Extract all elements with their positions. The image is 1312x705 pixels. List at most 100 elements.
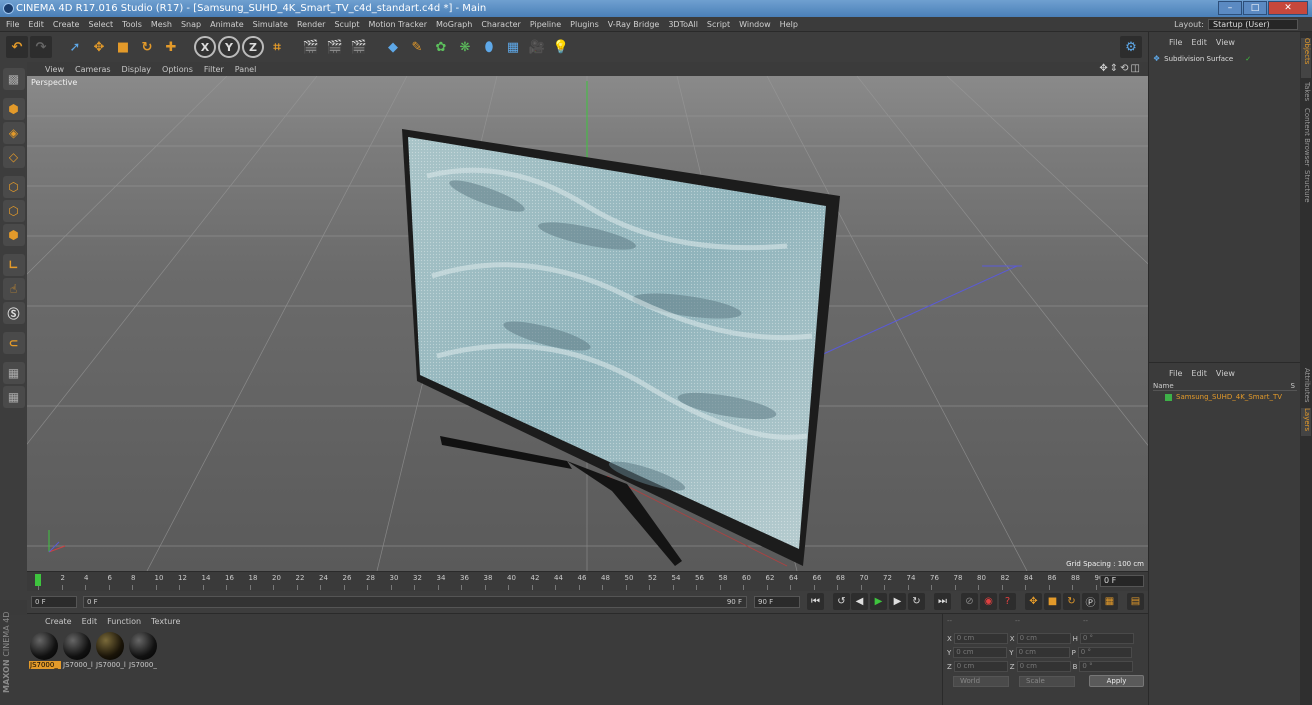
- tab-attributes[interactable]: Attributes: [1301, 368, 1311, 408]
- material-swatch[interactable]: JS7000_l: [95, 631, 126, 669]
- grid-snap-icon[interactable]: ▦: [2, 386, 25, 408]
- layer-menu-file[interactable]: File: [1169, 369, 1182, 378]
- menu-help[interactable]: Help: [780, 20, 798, 29]
- key-param-icon[interactable]: Ⓟ: [1082, 593, 1099, 610]
- coordinate-mode-select[interactable]: World: [953, 676, 1009, 687]
- rotate-tool-icon[interactable]: ↻: [136, 36, 158, 58]
- object-menu-view[interactable]: View: [1216, 38, 1235, 47]
- goto-end-icon[interactable]: ⏭: [934, 593, 951, 610]
- tab-objects[interactable]: Objects: [1301, 38, 1311, 78]
- object-row[interactable]: ❖ Subdivision Surface ✓: [1153, 54, 1251, 63]
- polygons-mode-icon[interactable]: ⬢: [2, 224, 25, 246]
- menu-simulate[interactable]: Simulate: [253, 20, 288, 29]
- menu-select[interactable]: Select: [88, 20, 113, 29]
- apply-button[interactable]: Apply: [1089, 675, 1144, 687]
- material-menu-create[interactable]: Create: [45, 617, 72, 626]
- axis-z-button[interactable]: Z: [242, 36, 264, 58]
- render-view-icon[interactable]: 🎬: [300, 36, 322, 58]
- next-frame-icon[interactable]: ▶: [889, 593, 906, 610]
- solo-icon[interactable]: Ⓢ: [2, 302, 25, 324]
- viewport-menu-cameras[interactable]: Cameras: [75, 65, 111, 74]
- material-swatch[interactable]: JS7000_: [29, 631, 61, 669]
- texture-mode-icon[interactable]: ◈: [2, 122, 25, 144]
- close-button[interactable]: ✕: [1268, 1, 1308, 15]
- size-x-field[interactable]: 0 cm: [1016, 633, 1071, 644]
- object-menu-file[interactable]: File: [1169, 38, 1182, 47]
- scale-mode-select[interactable]: Scale: [1019, 676, 1075, 687]
- rotation-b-field[interactable]: 0 °: [1079, 661, 1134, 672]
- camera-icon[interactable]: 🎥: [526, 36, 548, 58]
- viewport-menu-view[interactable]: View: [45, 65, 64, 74]
- menu-sculpt[interactable]: Sculpt: [334, 20, 359, 29]
- end-frame-field[interactable]: 90 F: [754, 596, 800, 608]
- frame-range-slider[interactable]: 0 F 90 F: [83, 596, 747, 608]
- viewport-navigation-icons[interactable]: ✥⇕⟲◫: [1099, 63, 1142, 74]
- timeline-playhead[interactable]: [35, 574, 41, 586]
- menu-mograph[interactable]: MoGraph: [436, 20, 472, 29]
- play-icon[interactable]: ▶: [870, 593, 887, 610]
- material-menu-function[interactable]: Function: [107, 617, 141, 626]
- menu-vray-bridge[interactable]: V-Ray Bridge: [608, 20, 660, 29]
- timeline-window-icon[interactable]: ▤: [1127, 593, 1144, 610]
- material-swatch[interactable]: JS7000_: [128, 631, 158, 669]
- start-frame-field[interactable]: 0 F: [31, 596, 77, 608]
- size-y-field[interactable]: 0 cm: [1015, 647, 1070, 658]
- pen-spline-icon[interactable]: ✎: [406, 36, 428, 58]
- layout-select[interactable]: Startup (User): [1208, 19, 1298, 30]
- make-editable-icon[interactable]: ▩: [2, 68, 25, 90]
- menu-render[interactable]: Render: [297, 20, 325, 29]
- minimize-button[interactable]: –: [1218, 1, 1242, 15]
- viewport[interactable]: Perspective Grid Spacing : 100 cm: [27, 76, 1148, 571]
- menu-pipeline[interactable]: Pipeline: [530, 20, 561, 29]
- menu-motion-tracker[interactable]: Motion Tracker: [368, 20, 427, 29]
- menu-script[interactable]: Script: [707, 20, 730, 29]
- layer-row[interactable]: Samsung_SUHD_4K_Smart_TV: [1165, 393, 1282, 401]
- model-mode-icon[interactable]: ⬢: [2, 98, 25, 120]
- menu-file[interactable]: File: [6, 20, 19, 29]
- key-move-icon[interactable]: ✥: [1025, 593, 1042, 610]
- workplane-icon[interactable]: ◇: [2, 146, 25, 168]
- rotation-p-field[interactable]: 0 °: [1077, 647, 1132, 658]
- snap-icon[interactable]: ⊂: [2, 332, 25, 354]
- layer-color-swatch[interactable]: [1165, 393, 1172, 401]
- material-menu-edit[interactable]: Edit: [82, 617, 98, 626]
- position-y-field[interactable]: 0 cm: [953, 647, 1008, 658]
- menu-window[interactable]: Window: [739, 20, 771, 29]
- scale-tool-icon[interactable]: ■: [112, 36, 134, 58]
- render-settings-icon[interactable]: 🎬: [348, 36, 370, 58]
- axis-mode-icon[interactable]: ∟: [2, 254, 25, 276]
- edges-mode-icon[interactable]: ⬡: [2, 200, 25, 222]
- key-rotate-icon[interactable]: ↻: [1063, 593, 1080, 610]
- move-tool-icon[interactable]: ✥: [88, 36, 110, 58]
- add-tool-icon[interactable]: ✚: [160, 36, 182, 58]
- auto-key-icon[interactable]: ?: [999, 593, 1016, 610]
- floor-icon[interactable]: ▦: [502, 36, 524, 58]
- record-icon[interactable]: ◉: [980, 593, 997, 610]
- object-menu-edit[interactable]: Edit: [1191, 38, 1207, 47]
- menu-tools[interactable]: Tools: [122, 20, 142, 29]
- deformer-icon[interactable]: ⬮: [478, 36, 500, 58]
- rotation-h-field[interactable]: 0 °: [1079, 633, 1134, 644]
- viewport-menu-panel[interactable]: Panel: [235, 65, 257, 74]
- menu-edit[interactable]: Edit: [28, 20, 44, 29]
- prev-key-icon[interactable]: ↺: [833, 593, 850, 610]
- material-swatch[interactable]: JS7000_l: [62, 631, 93, 669]
- select-tool-icon[interactable]: ➚: [64, 36, 86, 58]
- array-icon[interactable]: ❋: [454, 36, 476, 58]
- goto-start-icon[interactable]: ⏮: [807, 593, 824, 610]
- enabled-check-icon[interactable]: ✓: [1245, 55, 1251, 63]
- menu-mesh[interactable]: Mesh: [151, 20, 172, 29]
- current-frame-field[interactable]: 0 F: [1100, 575, 1144, 587]
- workplane-lock-icon[interactable]: ▦: [2, 362, 25, 384]
- position-x-field[interactable]: 0 cm: [953, 633, 1008, 644]
- subdivision-icon[interactable]: ✿: [430, 36, 452, 58]
- size-z-field[interactable]: 0 cm: [1016, 661, 1071, 672]
- material-menu-texture[interactable]: Texture: [151, 617, 180, 626]
- maximize-button[interactable]: □: [1243, 1, 1267, 15]
- viewport-menu-display[interactable]: Display: [122, 65, 152, 74]
- tab-structure[interactable]: Structure: [1301, 170, 1311, 208]
- redo-icon[interactable]: ↷: [30, 36, 52, 58]
- render-picture-viewer-icon[interactable]: 🎬: [324, 36, 346, 58]
- axis-x-button[interactable]: X: [194, 36, 216, 58]
- light-icon[interactable]: 💡: [550, 36, 572, 58]
